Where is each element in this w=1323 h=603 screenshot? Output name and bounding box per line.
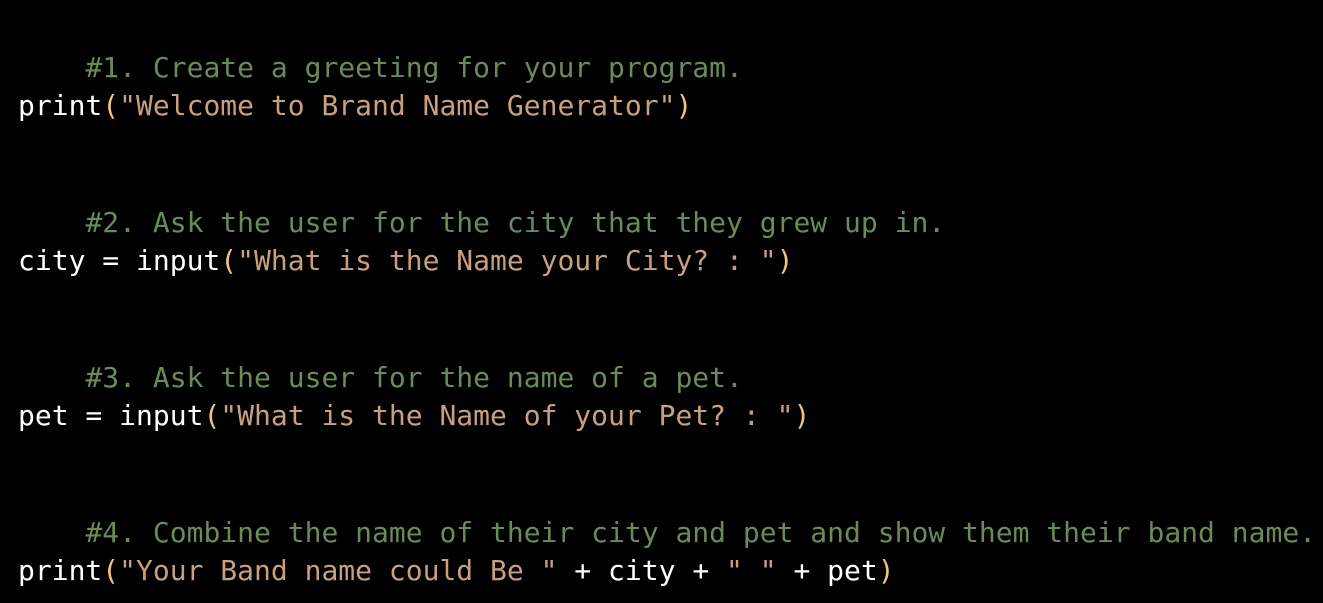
open-paren: ( [102,554,120,587]
open-paren: ( [220,244,238,277]
function-name: print [18,89,103,122]
assignment-expression: pet = input [18,399,204,432]
code-line-pet-input: pet = input("What is the Name of your Pe… [18,396,810,436]
code-line-print-band-name: print("Your Band name could Be " + city … [18,551,895,591]
comment-text: #1. Create a greeting for your program. [85,51,743,84]
assignment-expression: city = input [18,244,221,277]
code-line-comment-4: #4. Combine the name of their city and p… [18,473,1316,549]
comment-text: #2. Ask the user for the city that they … [85,206,946,239]
close-paren: ) [877,554,895,587]
comment-text: #3. Ask the user for the name of a pet. [85,361,743,394]
code-editor[interactable]: #1. Create a greeting for your program. … [0,0,1323,603]
concat-expression: + city + [557,554,727,587]
open-paren: ( [203,399,221,432]
close-paren: ) [793,399,811,432]
comment-text: #4. Combine the name of their city and p… [85,516,1317,549]
close-paren: ) [675,89,693,122]
string-literal: "Welcome to Brand Name Generator" [119,89,676,122]
function-name: print [18,554,103,587]
string-literal: "What is the Name your City? : " [237,244,777,277]
code-line-comment-3: #3. Ask the user for the name of a pet. [18,318,742,394]
concat-expression: + pet [776,554,878,587]
code-line-print-greeting: print("Welcome to Brand Name Generator") [18,86,692,126]
code-line-comment-1: #1. Create a greeting for your program. [18,8,742,84]
code-line-comment-2: #2. Ask the user for the city that they … [18,163,945,239]
string-literal: "Your Band name could Be " [119,554,558,587]
open-paren: ( [102,89,120,122]
string-literal: "What is the Name of your Pet? : " [220,399,794,432]
string-literal: " " [726,554,777,587]
close-paren: ) [776,244,794,277]
code-line-city-input: city = input("What is the Name your City… [18,241,793,281]
